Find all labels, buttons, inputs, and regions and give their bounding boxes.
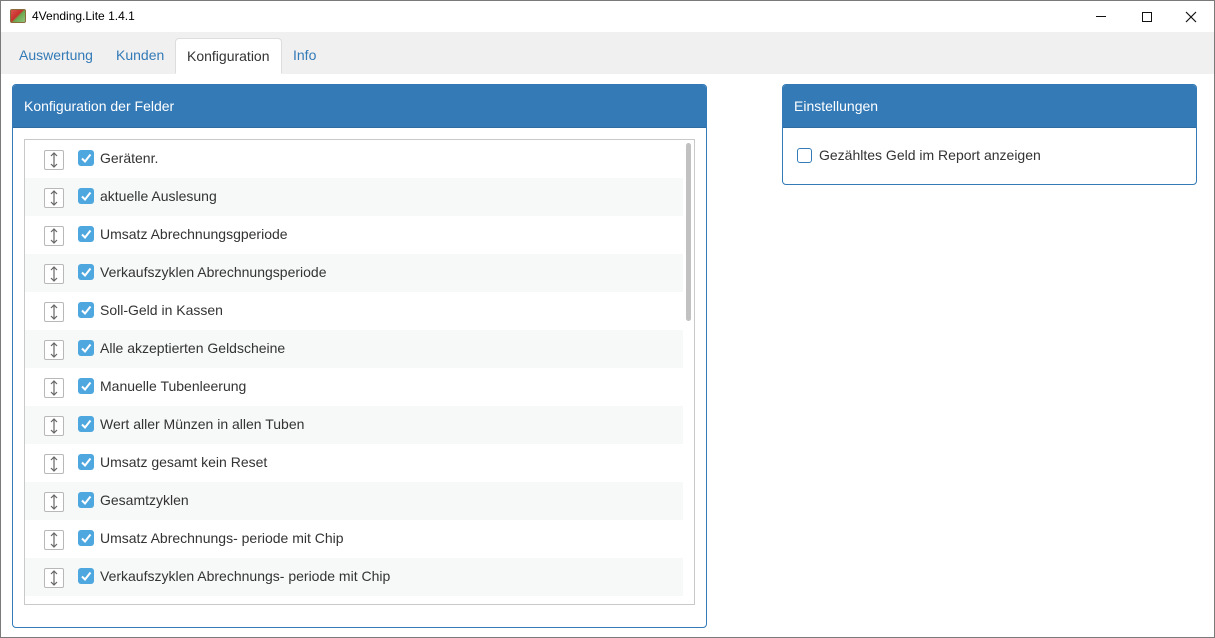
field-checkbox[interactable] bbox=[78, 340, 94, 356]
field-checkbox[interactable] bbox=[78, 416, 94, 432]
checkmark-icon bbox=[81, 533, 92, 544]
tab-kunden[interactable]: Kunden bbox=[105, 38, 175, 74]
checkmark-icon bbox=[81, 343, 92, 354]
settings-panel: Einstellungen Gezähltes Geld im Report a… bbox=[782, 84, 1197, 185]
field-row[interactable]: Verkaufszyklen Abrechnungsperiode bbox=[25, 254, 683, 292]
field-label: aktuelle Auslesung bbox=[100, 188, 217, 204]
close-button[interactable] bbox=[1168, 1, 1214, 32]
fields-config-panel: Konfiguration der Felder Verkaufszyklen … bbox=[12, 84, 707, 628]
drag-handle-icon[interactable] bbox=[44, 492, 64, 512]
field-label: Umsatz Abrechnungsgperiode bbox=[100, 226, 288, 242]
drag-handle-icon[interactable] bbox=[44, 454, 64, 474]
drag-handle-icon[interactable] bbox=[44, 340, 64, 360]
field-row[interactable]: Wert aller Münzen in allen Tuben bbox=[25, 406, 683, 444]
maximize-button[interactable] bbox=[1124, 1, 1170, 32]
minimize-icon bbox=[1096, 16, 1106, 17]
drag-handle-icon[interactable] bbox=[44, 302, 64, 322]
drag-handle-icon[interactable] bbox=[44, 416, 64, 436]
drag-handle-icon[interactable] bbox=[44, 188, 64, 208]
field-row[interactable]: Alle akzeptierten Geldscheine bbox=[25, 330, 683, 368]
close-icon bbox=[1185, 11, 1197, 22]
settings-panel-heading: Einstellungen bbox=[783, 85, 1196, 128]
scrollbar-thumb[interactable] bbox=[686, 143, 691, 321]
field-label: Umsatz gesamt kein Reset bbox=[100, 454, 268, 470]
field-checkbox[interactable] bbox=[78, 264, 94, 280]
minimize-button[interactable] bbox=[1078, 1, 1124, 32]
checkmark-icon bbox=[81, 457, 92, 468]
window-title: 4Vending.Lite 1.4.1 bbox=[32, 9, 135, 23]
field-label: Wert aller Münzen in allen Tuben bbox=[100, 416, 305, 432]
drag-handle-icon[interactable] bbox=[44, 150, 64, 170]
field-label: Gesamtzyklen bbox=[100, 492, 189, 508]
tab-konfiguration[interactable]: Konfiguration bbox=[175, 38, 282, 74]
tab-bar: Auswertung Kunden Konfiguration Info bbox=[1, 32, 1214, 74]
field-checkbox[interactable] bbox=[78, 188, 94, 204]
app-logo-icon bbox=[10, 9, 26, 23]
field-checkbox[interactable] bbox=[78, 226, 94, 242]
field-label: Alle akzeptierten Geldscheine bbox=[100, 340, 286, 356]
field-row[interactable]: Umsatz Abrechnungsgperiode bbox=[25, 216, 683, 254]
show-counted-money-checkbox[interactable] bbox=[797, 147, 812, 163]
checkmark-icon bbox=[81, 191, 92, 202]
maximize-icon bbox=[1142, 11, 1152, 22]
drag-handle-icon[interactable] bbox=[44, 264, 64, 284]
field-row[interactable]: Umsatz gesamt kein Reset bbox=[25, 444, 683, 482]
title-bar: 4Vending.Lite 1.4.1 bbox=[1, 1, 1214, 32]
field-row[interactable]: aktuelle Auslesung bbox=[25, 178, 683, 216]
tab-info[interactable]: Info bbox=[282, 38, 327, 74]
field-checkbox[interactable] bbox=[78, 568, 94, 584]
field-row[interactable]: Manuelle Tubenleerung bbox=[25, 368, 683, 406]
field-row[interactable]: Gerätenr. bbox=[25, 140, 683, 178]
app-window: 4Vending.Lite 1.4.1 Auswertung Kunden Ko… bbox=[0, 0, 1215, 638]
fields-panel-heading: Konfiguration der Felder bbox=[13, 85, 706, 128]
field-checkbox[interactable] bbox=[78, 150, 94, 166]
checkmark-icon bbox=[81, 419, 92, 430]
fields-list: Verkaufszyklen Abrechnungs- periode mit … bbox=[24, 139, 695, 605]
field-label: Gerätenr. bbox=[100, 150, 159, 166]
checkmark-icon bbox=[81, 381, 92, 392]
field-row[interactable]: Umsatz Abrechnungs- periode mit Chip bbox=[25, 520, 683, 558]
field-checkbox[interactable] bbox=[78, 454, 94, 470]
field-label: Verkaufszyklen Abrechnungs- periode mit … bbox=[100, 568, 391, 584]
checkmark-icon bbox=[81, 571, 92, 582]
drag-handle-icon[interactable] bbox=[44, 530, 64, 550]
checkmark-icon bbox=[81, 495, 92, 506]
drag-handle-icon[interactable] bbox=[44, 226, 64, 246]
field-row[interactable]: Soll-Geld in Kassen bbox=[25, 292, 683, 330]
checkmark-icon bbox=[81, 153, 92, 164]
field-label: Soll-Geld in Kassen bbox=[100, 302, 223, 318]
field-checkbox[interactable] bbox=[78, 378, 94, 394]
checkmark-icon bbox=[81, 267, 92, 278]
tab-auswertung[interactable]: Auswertung bbox=[8, 38, 104, 74]
field-label: Verkaufszyklen Abrechnungsperiode bbox=[100, 264, 327, 280]
checkmark-icon bbox=[81, 305, 92, 316]
field-label: Umsatz Abrechnungs- periode mit Chip bbox=[100, 530, 344, 546]
field-label: Manuelle Tubenleerung bbox=[100, 378, 247, 394]
field-checkbox[interactable] bbox=[78, 302, 94, 318]
drag-handle-icon[interactable] bbox=[44, 568, 64, 588]
drag-handle-icon[interactable] bbox=[44, 378, 64, 398]
checkmark-icon bbox=[81, 229, 92, 240]
field-row[interactable]: Gesamtzyklen bbox=[25, 482, 683, 520]
field-checkbox[interactable] bbox=[78, 492, 94, 508]
field-checkbox[interactable] bbox=[78, 530, 94, 546]
setting-show-counted-money[interactable]: Gezähltes Geld im Report anzeigen bbox=[797, 147, 1041, 163]
field-row[interactable]: Verkaufszyklen Abrechnungs- periode mit … bbox=[25, 558, 683, 596]
setting-label: Gezähltes Geld im Report anzeigen bbox=[819, 147, 1041, 163]
